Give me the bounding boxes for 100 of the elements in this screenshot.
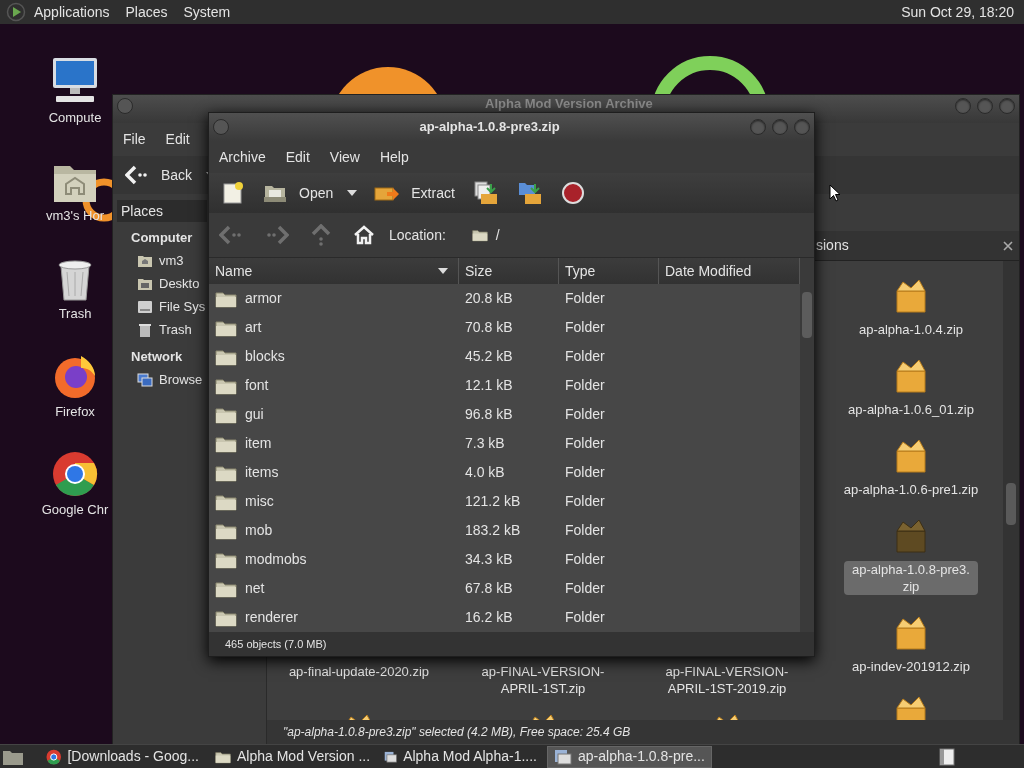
back-arrow-icon [219, 225, 243, 245]
file-label[interactable]: ap-final-update-2020.zip [284, 663, 434, 680]
table-row[interactable]: blocks 45.2 kB Folder [209, 342, 800, 371]
package-icon [893, 517, 929, 555]
table-row[interactable]: renderer 16.2 kB Folder [209, 603, 800, 632]
folder-icon [471, 228, 488, 242]
table-row[interactable]: modmobs 34.3 kB Folder [209, 545, 800, 574]
folder-icon [215, 376, 237, 395]
sidebar-item[interactable]: Deskto [137, 272, 200, 295]
desktop-icon-label[interactable]: Firefox [55, 404, 95, 420]
up-arrow-icon [311, 224, 331, 246]
menu-item[interactable]: Edit [165, 129, 190, 150]
browser-logo-icon [51, 450, 99, 498]
panel-menu[interactable]: Places [125, 1, 168, 23]
file-label[interactable]: ap-indev-201912.zip [848, 658, 974, 675]
clock: Sun Oct 29, 18:20 [901, 2, 1014, 22]
nav-button[interactable] [353, 225, 375, 245]
toolbar-button[interactable]: Extract [371, 178, 457, 208]
location-label: Location: [389, 225, 446, 245]
forward-arrow-icon [265, 225, 289, 245]
file-label[interactable]: ap-alpha-1.0.6-pre1.zip [839, 481, 983, 498]
taskbar-item[interactable]: Alpha Mod Version ... [209, 745, 374, 768]
table-row[interactable]: armor 20.8 kB Folder [209, 284, 800, 313]
table-cell: Folder [565, 580, 605, 596]
column-header[interactable]: Type [559, 258, 659, 284]
menu-item[interactable]: Edit [285, 146, 310, 168]
taskbar-item[interactable]: Alpha Mod Alpha-1.... [378, 745, 543, 768]
desktop-icon-label[interactable]: Compute [48, 110, 102, 126]
sidebar-item[interactable]: Browse [137, 368, 203, 391]
taskbar-item[interactable]: ap-alpha-1.0.8-pre... [547, 745, 712, 768]
browser-logo-icon [46, 748, 62, 765]
table-cell-text: art [245, 318, 262, 337]
panel-menu[interactable]: System [183, 1, 231, 23]
file-label[interactable]: ap-alpha-1.0.4.zip [854, 321, 968, 338]
desktop-icon-label[interactable]: Google Chr [41, 502, 109, 518]
folder-icon [215, 347, 237, 366]
close-icon[interactable] [1003, 240, 1013, 251]
folder-icon [215, 608, 237, 627]
home-icon [353, 225, 375, 245]
status-bar: 465 objects (7.0 MB) [209, 632, 814, 656]
table-cell: 7.3 kB [465, 435, 505, 451]
menu-logo-icon[interactable] [6, 2, 26, 22]
column-header[interactable]: Name [209, 258, 459, 284]
sidebar-heading: Computer [131, 228, 193, 247]
window-title: ap-alpha-1.0.8-pre3.zip [418, 118, 561, 137]
table-cell: Folder [565, 609, 605, 625]
caret-icon[interactable] [347, 190, 358, 196]
sidebar-item[interactable]: File Sys [137, 295, 206, 318]
sort-arrow-icon [438, 268, 448, 274]
file-label[interactable]: ap-alpha-1.0.8-pre3.zip [844, 561, 978, 595]
table-row[interactable]: items 4.0 kB Folder [209, 458, 800, 487]
table-cell-text: modmobs [245, 550, 307, 569]
table-cell-text: items [245, 463, 279, 482]
table-cell: 45.2 kB [465, 348, 513, 364]
table-row[interactable]: font 12.1 kB Folder [209, 371, 800, 400]
file-label[interactable]: ap-FINAL-VERSION-APRIL-1ST-2019.zip [652, 663, 802, 697]
table-cell-text: font [245, 376, 269, 395]
package-icon [893, 357, 929, 395]
package-icon [893, 277, 929, 315]
add-files-icon [472, 180, 499, 206]
folder-icon [215, 550, 237, 569]
desktop-icon-label[interactable]: Trash [58, 306, 92, 322]
menu-item[interactable]: Archive [219, 146, 266, 168]
table-cell: 183.2 kB [465, 522, 521, 538]
new-document-icon [221, 181, 245, 205]
folder-icon [215, 405, 237, 424]
menu-item[interactable]: Help [379, 146, 409, 168]
file-label[interactable]: ap-alpha-1.0.6_01.zip [844, 401, 978, 418]
column-header[interactable]: Size [459, 258, 559, 284]
table-cell: 12.1 kB [465, 377, 513, 393]
table-row[interactable]: mob 183.2 kB Folder [209, 516, 800, 545]
file-label[interactable]: ap-FINAL-VERSION-APRIL-1ST.zip [468, 663, 618, 697]
sidebar-item[interactable]: Trash [137, 318, 192, 341]
menu-item[interactable]: View [329, 146, 360, 168]
table-row[interactable]: net 67.8 kB Folder [209, 574, 800, 603]
location-field[interactable]: / [471, 224, 500, 246]
panel-menu[interactable]: Applications [34, 1, 110, 23]
notepad-icon[interactable] [938, 747, 956, 766]
back-button[interactable]: Back [121, 160, 197, 190]
table-row[interactable]: misc 121.2 kB Folder [209, 487, 800, 516]
tab[interactable]: sions [816, 231, 1019, 260]
table-row[interactable]: item 7.3 kB Folder [209, 429, 800, 458]
table-cell: Folder [565, 464, 605, 480]
table-cell: 70.8 kB [465, 319, 513, 335]
table-row[interactable]: art 70.8 kB Folder [209, 313, 800, 342]
folder-icon [215, 492, 237, 511]
desktop-folder-icon [137, 276, 153, 291]
sidebar-item[interactable]: vm3 [137, 249, 184, 272]
folder-icon [215, 521, 237, 540]
toolbar-button[interactable]: Open [261, 178, 336, 208]
places-header[interactable]: Places [117, 200, 207, 222]
menu-item[interactable]: File [123, 129, 146, 150]
table-cell-text: blocks [245, 347, 285, 366]
table-cell: 96.8 kB [465, 406, 513, 422]
folder-icon [215, 318, 237, 337]
table-cell: 34.3 kB [465, 551, 513, 567]
table-cell-text: item [245, 434, 272, 453]
taskbar-item[interactable]: [Downloads - Goog... [40, 745, 205, 768]
table-row[interactable]: gui 96.8 kB Folder [209, 400, 800, 429]
table-cell: Folder [565, 406, 605, 422]
